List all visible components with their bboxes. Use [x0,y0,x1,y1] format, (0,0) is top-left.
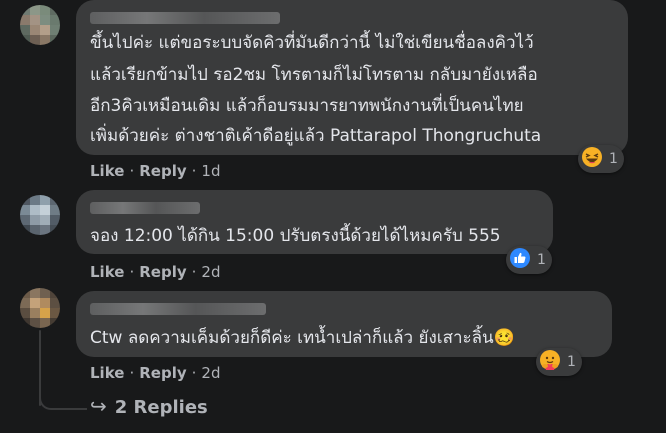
reply-button[interactable]: Reply [139,263,186,281]
author-name[interactable] [90,303,266,315]
comment-bubble: Ctw ลดความเค็มด้วยก็ดีค่ะ เทน้ำเปล่าก็แล… [76,291,612,357]
reaction-summary[interactable]: 1 [506,246,552,274]
comment-bubble: จอง 12:00 ได้กิน 15:00 ปรับตรงนี้ด้วยได้… [76,190,553,254]
timestamp[interactable]: 2d [201,364,220,382]
comment-line: Ctw ลดความเค็มด้วยก็ดีค่ะ เทน้ำเปล่าก็แล… [90,328,515,348]
reply-thread-connector [39,380,87,410]
separator: · [191,263,197,281]
comment-line: เพิ่มด้วยค่ะ ต่างชาติเค้าดีอยู่แล้ว Patt… [90,126,542,146]
like-button[interactable]: Like [90,162,124,180]
avatar[interactable] [20,5,60,45]
comment-bubble: ขึ้นไปค่ะ แต่ขอระบบจัดคิวที่มันดีกว่านี้… [76,0,628,155]
reaction-count: 1 [537,252,546,268]
comment-line: แล้วเรียกข้ามไป รอ2ชม โทรตามก็ไม่โทรตาม … [90,65,538,85]
author-name[interactable] [90,12,280,24]
reaction-summary[interactable]: 1 [578,145,624,173]
separator: · [191,162,197,180]
comment-actions: Like · Reply · 1d [90,162,220,180]
separator: · [129,364,135,382]
reply-button[interactable]: Reply [139,364,186,382]
care-icon [539,349,561,375]
timestamp[interactable]: 1d [201,162,220,180]
replies-label: 2 Replies [114,397,208,418]
reaction-count: 1 [609,151,618,167]
separator: · [191,364,197,382]
like-button[interactable]: Like [90,263,124,281]
like-button[interactable]: Like [90,364,124,382]
reply-button[interactable]: Reply [139,162,186,180]
author-name[interactable] [90,202,200,214]
avatar[interactable] [20,195,60,235]
comment-actions: Like · Reply · 2d [90,263,220,281]
comment-line: จอง 12:00 ได้กิน 15:00 ปรับตรงนี้ด้วยได้… [90,226,501,246]
reaction-count: 1 [567,354,576,370]
timestamp[interactable]: 2d [201,263,220,281]
comment-actions: Like · Reply · 2d [90,364,220,382]
avatar[interactable] [20,288,60,328]
comment-line: ขึ้นไปค่ะ แต่ขอระบบจัดคิวที่มันดีกว่านี้… [90,33,534,53]
separator: · [129,162,135,180]
haha-icon [581,146,603,172]
view-replies-link[interactable]: ↪ 2 Replies [90,394,208,418]
comment-line: อีก3คิวเหมือนเดิม แล้วก็อบรมมารยาทพนักงา… [90,96,524,116]
reaction-summary[interactable]: 1 [536,348,582,376]
like-icon [509,247,531,273]
separator: · [129,263,135,281]
reply-arrow-icon: ↪ [90,394,107,418]
